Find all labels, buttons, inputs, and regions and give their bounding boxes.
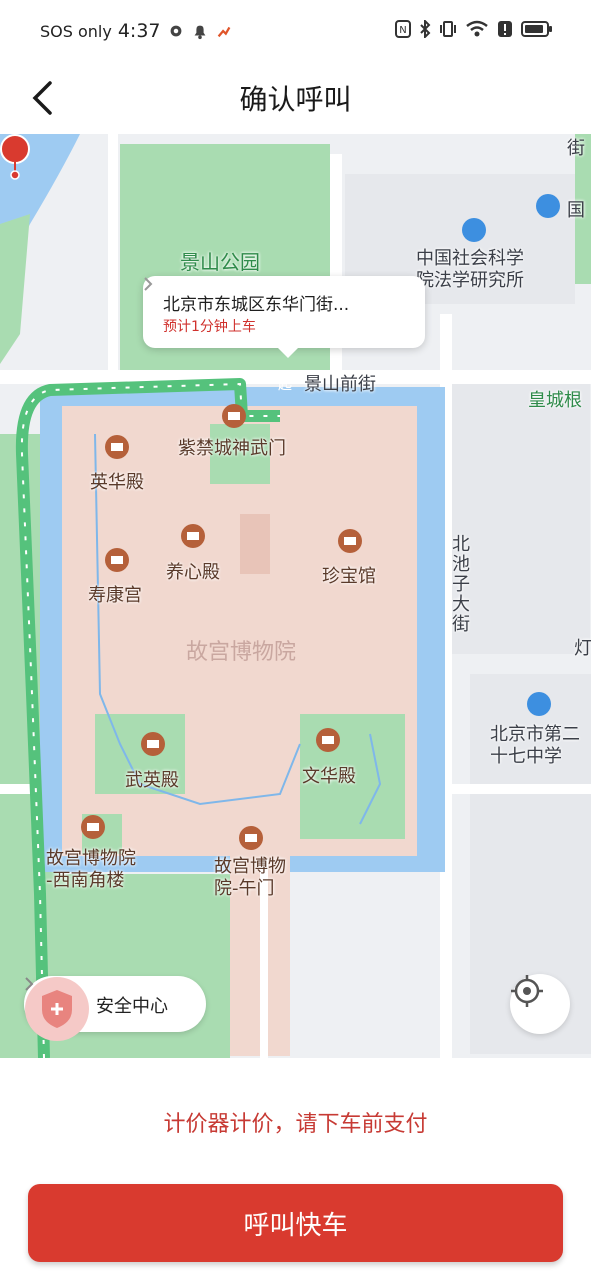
bluetooth-icon bbox=[420, 20, 431, 38]
label-wuying-hall: 武英殿 bbox=[125, 770, 179, 791]
safety-center-label: 安全中心 bbox=[96, 996, 168, 1017]
chevron-right-icon bbox=[144, 277, 153, 291]
bell-icon bbox=[194, 25, 205, 40]
crosshair-icon bbox=[511, 975, 543, 1007]
start-marker-label: 起 bbox=[278, 377, 292, 393]
label-jingshan-front-street: 景山前街 bbox=[304, 374, 376, 395]
status-left: SOS only 4:37 bbox=[40, 20, 233, 42]
status-right: N bbox=[395, 20, 553, 38]
map-view[interactable]: 景山公园 景山前街 中国社会科学 院法学研究所 皇城根 北池子大街 北京市第二 … bbox=[0, 134, 591, 1058]
label-school-27: 北京市第二 十七中学 bbox=[490, 724, 580, 767]
header: 确认呼叫 bbox=[0, 64, 591, 134]
label-palace-museum: 故宫博物院 bbox=[186, 640, 297, 665]
status-time: 4:37 bbox=[117, 20, 161, 42]
label-shoukang-palace: 寿康宫 bbox=[88, 585, 142, 606]
call-express-button[interactable]: 呼叫快车 bbox=[28, 1184, 563, 1262]
carrier-text: SOS only bbox=[40, 21, 112, 41]
label-edge-jie: 街 bbox=[567, 138, 585, 159]
label-edge-guo: 国 bbox=[567, 200, 585, 221]
gear-icon bbox=[170, 25, 181, 37]
label-wenhua-hall: 文华殿 bbox=[302, 766, 356, 787]
status-bar: SOS only 4:37 N bbox=[0, 0, 591, 64]
label-cass-law: 中国社会科学 院法学研究所 bbox=[416, 248, 524, 291]
pickup-eta: 预计1分钟上车 bbox=[163, 319, 256, 335]
label-jingshan-park: 景山公园 bbox=[180, 250, 260, 274]
page-title: 确认呼叫 bbox=[239, 83, 352, 116]
battery-icon bbox=[521, 21, 552, 37]
label-yinghua-hall: 英华殿 bbox=[90, 472, 144, 493]
label-meridian-gate: 故宫博物 院-午门 bbox=[214, 856, 286, 899]
nfc-icon: N bbox=[395, 20, 411, 38]
label-treasure-hall: 珍宝馆 bbox=[322, 566, 376, 587]
vibrate-icon bbox=[440, 21, 456, 37]
locate-button[interactable] bbox=[510, 974, 570, 1034]
alert-icon bbox=[498, 21, 512, 37]
pickup-address: 北京市东城区东华门街... bbox=[163, 295, 350, 315]
wifi-icon bbox=[466, 20, 488, 37]
svg-text:N: N bbox=[399, 25, 406, 36]
pickup-callout[interactable]: 北京市东城区东华门街... 预计1分钟上车 bbox=[143, 276, 425, 358]
chevron-right-icon bbox=[25, 977, 34, 991]
label-yangxin-hall: 养心殿 bbox=[166, 562, 220, 583]
runner-icon bbox=[217, 26, 230, 38]
label-huangcheng: 皇城根 bbox=[528, 390, 582, 411]
label-north-pool-street: 北池子大街 bbox=[449, 534, 470, 634]
label-sw-corner-tower: 故宫博物院 -西南角楼 bbox=[46, 848, 136, 891]
start-marker-icon[interactable] bbox=[0, 134, 30, 180]
payment-note: 计价器计价，请下车前支付 bbox=[163, 1112, 428, 1137]
label-shenwu-gate: 紫禁城神武门 bbox=[178, 438, 286, 459]
safety-center-button[interactable]: 安全中心 bbox=[24, 976, 206, 1041]
label-edge-deng: 灯 bbox=[574, 638, 591, 659]
